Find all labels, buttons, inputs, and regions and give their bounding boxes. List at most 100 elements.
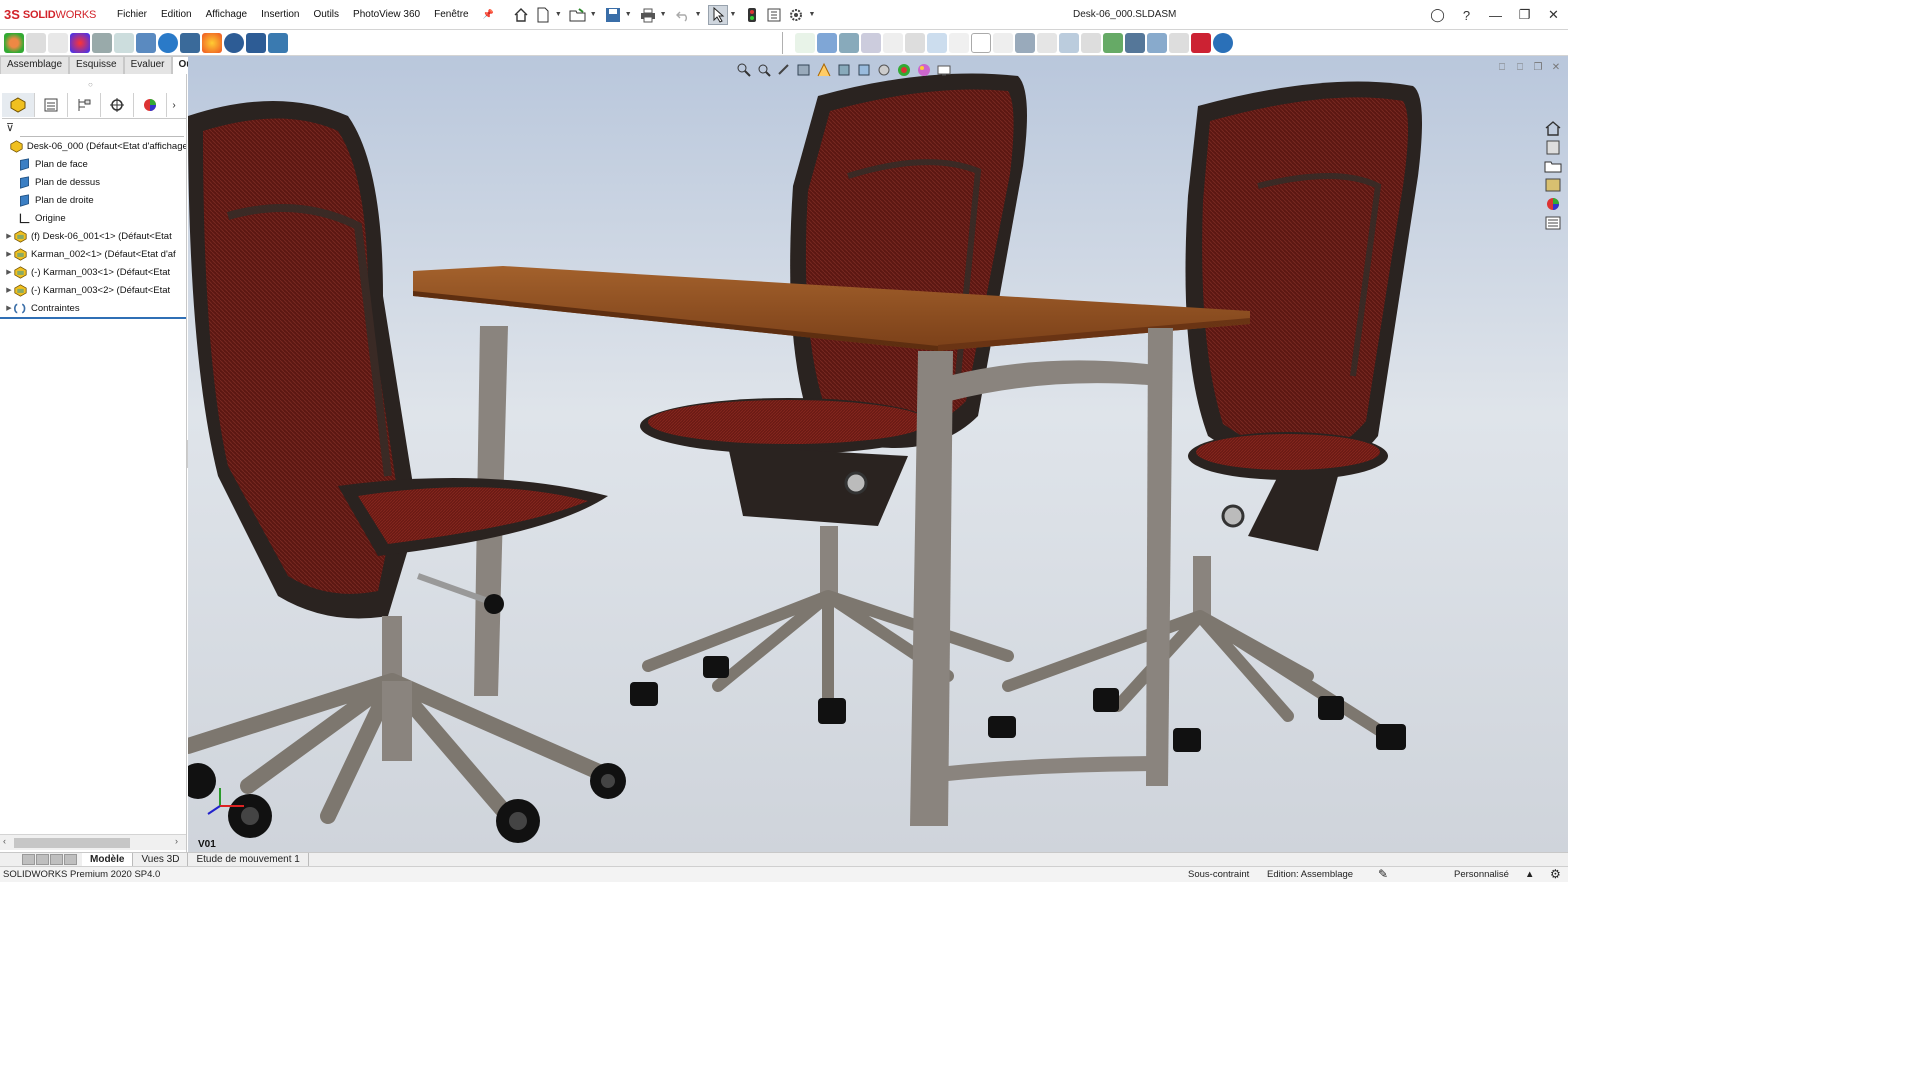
options-render-icon[interactable]	[268, 33, 288, 53]
render-region-icon[interactable]	[180, 33, 200, 53]
chevron-down-icon[interactable]: ▼	[590, 11, 597, 18]
view-palette-icon[interactable]	[1544, 177, 1562, 193]
new-document-icon[interactable]	[533, 5, 553, 25]
interference-icon[interactable]	[883, 33, 903, 53]
menu-outils[interactable]: Outils	[306, 9, 346, 20]
filter-icon[interactable]: ⊽	[6, 121, 14, 134]
menu-edition[interactable]: Edition	[154, 9, 199, 20]
compare-icon[interactable]	[1169, 33, 1189, 53]
property-manager-tab[interactable]	[35, 93, 68, 117]
preview-window-icon[interactable]	[158, 33, 178, 53]
undo-icon[interactable]	[673, 5, 693, 25]
view-orientation-icon[interactable]	[836, 62, 852, 78]
expand-arrow-icon[interactable]: ▶	[4, 250, 14, 258]
undercut-icon[interactable]	[1059, 33, 1079, 53]
file-explorer-icon[interactable]	[1544, 158, 1562, 174]
appearances-scenes-icon[interactable]	[1544, 196, 1562, 212]
graphics-area[interactable]: ⎕ ⎕ ❐ ✕ V01	[188, 56, 1568, 852]
chevron-down-icon[interactable]: ▼	[695, 11, 702, 18]
tree-item[interactable]: Origine	[0, 209, 186, 227]
measure-icon[interactable]	[817, 33, 837, 53]
recall-render-icon[interactable]	[246, 33, 266, 53]
print-icon[interactable]	[638, 5, 658, 25]
first-tab-icon[interactable]	[22, 854, 35, 865]
tree-item[interactable]: Plan de droite	[0, 191, 186, 209]
gear-icon[interactable]	[786, 5, 806, 25]
tab-evaluer[interactable]: Evaluer	[123, 56, 172, 74]
display-manager-tab[interactable]	[134, 93, 167, 117]
solidworks-resources-icon[interactable]	[1544, 120, 1562, 136]
chevron-down-icon[interactable]: ▼	[625, 11, 632, 18]
scroll-right-icon[interactable]: ›	[175, 836, 178, 846]
tree-item[interactable]: Plan de face	[0, 155, 186, 173]
sustainability-icon[interactable]	[1213, 33, 1233, 53]
spell-check-icon[interactable]	[795, 33, 815, 53]
home-icon[interactable]	[511, 5, 531, 25]
edit-appearance-icon[interactable]	[896, 62, 912, 78]
open-folder-icon[interactable]	[568, 5, 588, 25]
previous-tab-icon[interactable]	[36, 854, 49, 865]
chevron-down-icon[interactable]: ▼	[555, 11, 562, 18]
configuration-manager-tab[interactable]	[68, 93, 101, 117]
parting-line-icon[interactable]	[1081, 33, 1101, 53]
rebuild-pencil-icon[interactable]: ✎	[1378, 867, 1388, 881]
geometry-analysis-icon[interactable]	[1125, 33, 1145, 53]
help-icon[interactable]: ?	[1452, 0, 1481, 30]
user-account-icon[interactable]: ◯	[1423, 0, 1452, 30]
close-viewport-icon[interactable]: ✕	[1550, 62, 1562, 74]
custom-properties-icon[interactable]	[1544, 215, 1562, 231]
design-library-icon[interactable]	[1544, 139, 1562, 155]
restore-viewport-icon[interactable]: ❐	[1532, 62, 1544, 74]
paste-appearance-icon[interactable]	[114, 33, 134, 53]
tree-root[interactable]: Desk-06_000 (Défaut<Etat d'affichage	[0, 137, 186, 155]
tree-item[interactable]: ▶ (-) Karman_003<1> (Défaut<Etat	[0, 263, 186, 281]
scrollbar-thumb[interactable]	[14, 838, 130, 848]
chevron-down-icon[interactable]: ▼	[660, 11, 667, 18]
bottom-tab-mod-le[interactable]: Modèle	[82, 852, 134, 867]
menu-photoview-360[interactable]: PhotoView 360	[346, 9, 427, 20]
tree-item[interactable]: ▶ (f) Desk-06_001<1> (Défaut<Etat	[0, 227, 186, 245]
status-units[interactable]: Personnalisé	[1454, 869, 1509, 880]
apply-scene-icon[interactable]	[916, 62, 932, 78]
tile-left-icon[interactable]: ⎕	[1496, 62, 1508, 74]
file-properties-icon[interactable]	[764, 5, 784, 25]
expand-arrow-icon[interactable]: ▶	[4, 304, 14, 312]
next-tab-icon[interactable]	[50, 854, 63, 865]
draft-analysis-icon[interactable]	[1037, 33, 1057, 53]
chair-right[interactable]	[988, 81, 1422, 753]
chevron-down-icon[interactable]: ▼	[808, 11, 815, 18]
hide-show-items-icon[interactable]	[876, 62, 892, 78]
display-style-icon[interactable]	[856, 62, 872, 78]
chair-middle[interactable]	[630, 73, 1027, 725]
dynamic-annotation-icon[interactable]	[816, 62, 832, 78]
hole-alignment-icon[interactable]	[927, 33, 947, 53]
minimize-icon[interactable]: —	[1481, 0, 1510, 30]
horizontal-scrollbar[interactable]: ‹ ›	[0, 834, 186, 850]
select-pointer-icon[interactable]	[707, 4, 728, 25]
clearance-icon[interactable]	[905, 33, 925, 53]
tile-right-icon[interactable]: ⎕	[1514, 62, 1526, 74]
save-icon[interactable]	[603, 5, 623, 25]
chevron-right-icon[interactable]: ›	[167, 93, 181, 117]
check-icon[interactable]	[1103, 33, 1123, 53]
section-icon[interactable]	[861, 33, 881, 53]
menu-insertion[interactable]: Insertion	[254, 9, 306, 20]
bottom-tab-vues-3d[interactable]: Vues 3D	[133, 852, 189, 867]
previous-view-icon[interactable]	[776, 62, 792, 78]
scroll-left-icon[interactable]: ‹	[3, 836, 6, 846]
decal-icon[interactable]	[26, 33, 46, 53]
pin-menu-icon[interactable]: 📌	[476, 9, 501, 20]
panel-grip-icon[interactable]: ○	[88, 80, 93, 89]
expand-arrow-icon[interactable]: ▶	[4, 268, 14, 276]
scene-icon[interactable]	[48, 33, 68, 53]
dimxpert-manager-tab[interactable]	[101, 93, 134, 117]
feature-manager-tab[interactable]	[2, 93, 35, 117]
expand-arrow-icon[interactable]: ▶	[4, 286, 14, 294]
sum-icon[interactable]	[971, 33, 991, 53]
menu-fen-tre[interactable]: Fenêtre	[427, 9, 475, 20]
thickness-icon[interactable]	[1147, 33, 1167, 53]
last-tab-icon[interactable]	[64, 854, 77, 865]
edit-appearance-icon[interactable]	[70, 33, 90, 53]
tab-esquisse[interactable]: Esquisse	[69, 56, 124, 74]
zoom-to-fit-icon[interactable]	[736, 62, 752, 78]
